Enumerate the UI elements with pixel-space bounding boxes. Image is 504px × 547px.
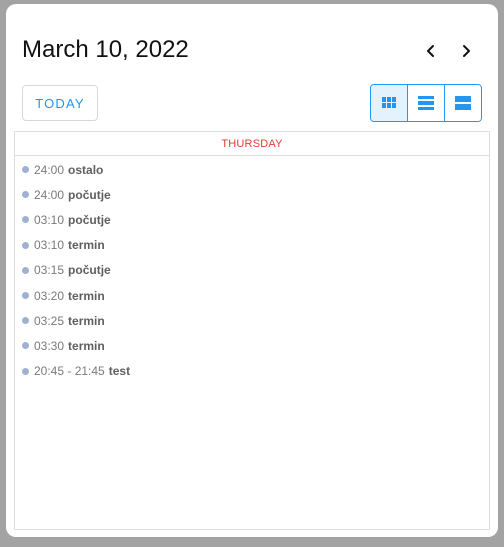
event-title: termin xyxy=(68,313,105,328)
event-item[interactable]: 03:10 termin xyxy=(15,233,489,258)
event-time: 03:10 xyxy=(34,212,65,227)
event-dot-icon xyxy=(22,292,29,300)
view-switcher xyxy=(370,84,482,122)
event-dot-icon xyxy=(22,342,29,350)
event-title: počutje xyxy=(68,212,111,227)
event-dot-icon xyxy=(22,266,29,274)
event-item[interactable]: 03:30 termin xyxy=(15,333,489,358)
event-item[interactable]: 03:20 termin xyxy=(15,283,489,308)
split-view-icon xyxy=(455,96,471,110)
today-button[interactable]: TODAY xyxy=(22,85,98,121)
next-button[interactable] xyxy=(453,38,479,64)
chevron-left-icon xyxy=(427,45,434,57)
grid-view-button[interactable] xyxy=(371,85,408,121)
event-title: termin xyxy=(68,238,105,253)
event-item[interactable]: 03:15 počutje xyxy=(15,258,489,283)
event-time: 20:45 - 21:45 xyxy=(34,364,105,379)
event-item[interactable]: 20:45 - 21:45 test xyxy=(15,359,489,384)
grid-view-icon xyxy=(382,97,396,108)
weekday-header: THURSDAY xyxy=(15,132,489,156)
page-title: March 10, 2022 xyxy=(22,36,189,63)
event-list: 24:00 ostalo 24:00 počutje 03:10 počutje 03… xyxy=(15,157,489,384)
event-time: 03:15 xyxy=(34,263,65,278)
list-view-button[interactable] xyxy=(408,85,445,121)
event-time: 03:30 xyxy=(34,338,65,353)
event-time: 03:25 xyxy=(34,313,65,328)
day-view: THURSDAY 24:00 ostalo 24:00 počutje 03:10 p… xyxy=(14,131,490,530)
event-item[interactable]: 24:00 ostalo xyxy=(15,157,489,182)
event-title: počutje xyxy=(68,187,111,202)
prev-button[interactable] xyxy=(418,38,444,64)
event-dot-icon xyxy=(22,317,29,325)
event-item[interactable]: 24:00 počutje xyxy=(15,182,489,207)
event-dot-icon xyxy=(22,191,29,199)
event-time: 03:20 xyxy=(34,288,65,303)
split-view-button[interactable] xyxy=(445,85,481,121)
chevron-right-icon xyxy=(463,45,470,57)
event-title: počutje xyxy=(68,263,111,278)
event-dot-icon xyxy=(22,166,29,174)
event-title: termin xyxy=(68,288,105,303)
event-dot-icon xyxy=(22,216,29,224)
event-title: ostalo xyxy=(68,162,104,177)
event-dot-icon xyxy=(22,367,29,375)
event-item[interactable]: 03:25 termin xyxy=(15,308,489,333)
event-item[interactable]: 03:10 počutje xyxy=(15,207,489,232)
calendar-panel: March 10, 2022 TODAY THURSDAY 24:00 osta… xyxy=(6,4,498,537)
event-time: 24:00 xyxy=(34,162,65,177)
list-view-icon xyxy=(418,96,434,110)
event-time: 03:10 xyxy=(34,238,65,253)
event-time: 24:00 xyxy=(34,187,65,202)
event-dot-icon xyxy=(22,241,29,249)
event-title: termin xyxy=(68,338,105,353)
event-title: test xyxy=(108,364,131,379)
